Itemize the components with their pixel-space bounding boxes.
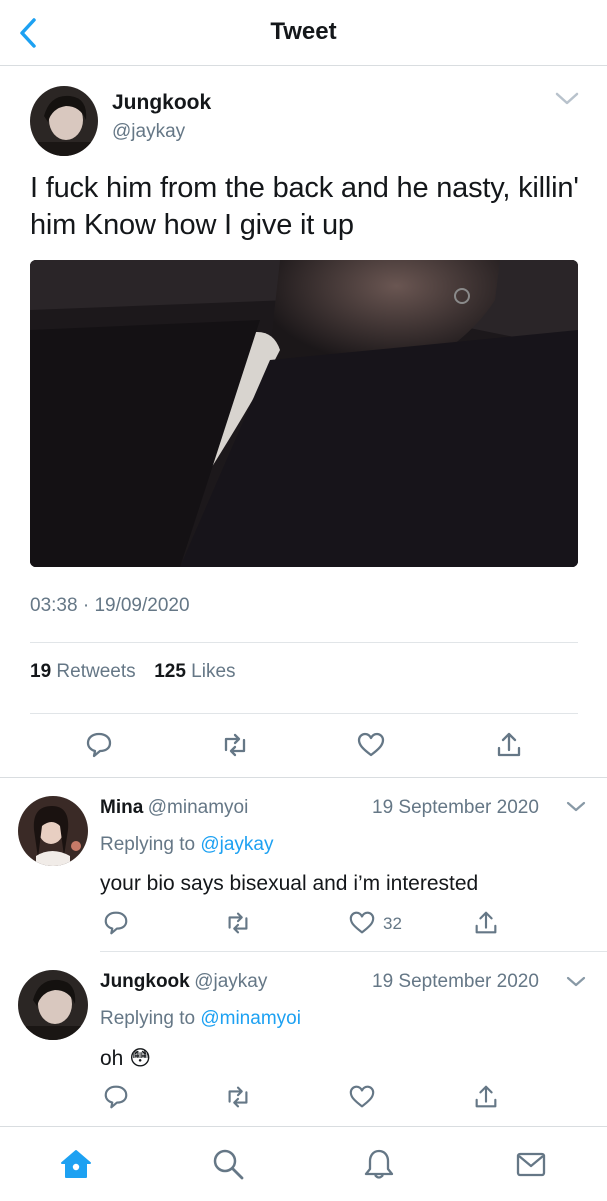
retweet-button[interactable]	[220, 730, 250, 760]
retweet-button[interactable]	[224, 909, 252, 937]
bell-icon	[364, 1149, 394, 1179]
speech-bubble-icon	[104, 911, 128, 935]
bottom-tab-bar	[0, 1126, 607, 1201]
like-button[interactable]	[348, 1083, 376, 1111]
reply-author-name[interactable]: Mina	[100, 797, 143, 818]
speech-bubble-icon	[86, 732, 112, 758]
tab-home[interactable]	[59, 1147, 93, 1181]
reply-button[interactable]	[84, 730, 114, 760]
replying-to-mention[interactable]: @jaykay	[200, 834, 273, 855]
likes-count: 125	[154, 661, 186, 682]
share-button[interactable]	[494, 730, 524, 760]
tweet-time: 03:38	[30, 595, 78, 616]
replying-to: Replying to @minamyoi	[100, 1008, 301, 1030]
divider	[100, 951, 607, 952]
flushed-face-emoji: 😳	[129, 1047, 152, 1070]
reply-author-handle[interactable]: @jaykay	[194, 971, 267, 992]
retweet-icon	[228, 1086, 248, 1108]
home-icon	[61, 1150, 91, 1178]
divider	[30, 642, 578, 643]
tweet-photo[interactable]	[30, 260, 578, 567]
tweet-timestamp: 03:38 · 19/09/2020	[30, 595, 190, 617]
navigation-header: Tweet	[0, 0, 607, 66]
share-icon	[475, 1085, 497, 1108]
retweet-button[interactable]	[224, 1083, 252, 1111]
share-icon	[497, 732, 521, 757]
tweet-text: I fuck him from the back and he nasty, k…	[30, 172, 579, 241]
retweet-icon	[224, 733, 246, 757]
chevron-down-icon[interactable]	[565, 975, 587, 989]
tab-search[interactable]	[211, 1147, 245, 1181]
tab-notifications[interactable]	[362, 1147, 396, 1181]
likes-label: Likes	[191, 661, 236, 682]
share-icon	[475, 911, 497, 934]
retweets-stat[interactable]: 19 Retweets	[30, 661, 136, 682]
reply-author-name[interactable]: Jungkook	[100, 971, 190, 992]
heart-icon	[349, 1085, 375, 1108]
reply-avatar[interactable]	[18, 796, 88, 866]
reply-header: Jungkook @jaykay	[100, 971, 267, 993]
timestamp-separator: ·	[82, 595, 90, 616]
envelope-icon	[516, 1152, 546, 1177]
chevron-down-icon[interactable]	[554, 91, 580, 107]
reply-text: your bio says bisexual and i’m intereste…	[100, 872, 479, 895]
chevron-down-icon[interactable]	[565, 800, 587, 814]
search-icon	[213, 1149, 244, 1180]
retweet-icon	[228, 912, 248, 934]
likes-stat[interactable]: 125 Likes	[154, 661, 235, 682]
share-button[interactable]	[472, 909, 500, 937]
author-name[interactable]: Jungkook	[112, 91, 211, 115]
replying-prefix: Replying to	[100, 1008, 196, 1029]
reply-date: 19 September 2020	[372, 971, 539, 992]
reply-author-handle[interactable]: @minamyoi	[148, 797, 249, 818]
retweets-label: Retweets	[56, 661, 136, 682]
reply-avatar[interactable]	[18, 970, 88, 1040]
reply-button[interactable]	[102, 1083, 130, 1111]
replying-to-mention[interactable]: @minamyoi	[200, 1008, 301, 1029]
reply-header: Mina @minamyoi	[100, 797, 248, 819]
heart-icon	[349, 911, 375, 934]
like-count: 32	[383, 914, 402, 933]
reply-button[interactable]	[102, 909, 130, 937]
replying-to: Replying to @jaykay	[100, 834, 274, 856]
reply-date: 19 September 2020	[372, 797, 539, 818]
author-avatar[interactable]	[30, 86, 98, 156]
engagement-stats: 19 Retweets 125 Likes	[30, 661, 236, 683]
replying-prefix: Replying to	[100, 834, 196, 855]
heart-icon	[357, 732, 385, 757]
page-title: Tweet	[270, 18, 337, 45]
divider	[30, 713, 578, 714]
share-button[interactable]	[472, 1083, 500, 1111]
tweet-date: 19/09/2020	[94, 595, 190, 616]
author-handle[interactable]: @jaykay	[112, 121, 185, 143]
speech-bubble-icon	[104, 1085, 128, 1109]
reply-text: oh 😳	[100, 1046, 151, 1071]
reply-text-content: oh	[100, 1047, 124, 1070]
retweets-count: 19	[30, 661, 52, 682]
like-button[interactable]	[348, 909, 376, 937]
divider	[0, 777, 607, 778]
tab-messages[interactable]	[514, 1147, 548, 1181]
like-button[interactable]	[356, 730, 386, 760]
